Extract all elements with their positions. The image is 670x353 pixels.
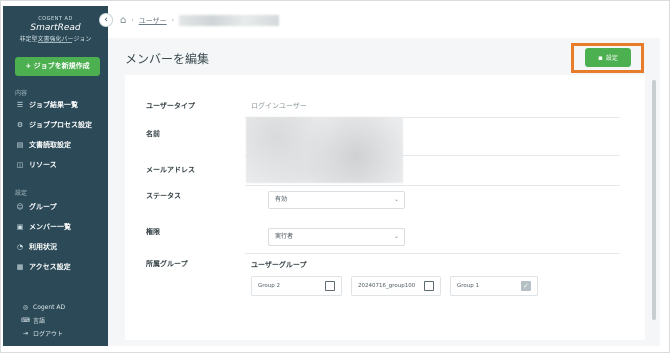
usage-icon: ◔ — [16, 243, 24, 251]
sidebar-item-job-results[interactable]: ☰ ジョブ結果一覧 — [15, 98, 78, 112]
document-icon: ▤ — [16, 141, 24, 149]
group-checkbox[interactable] — [325, 281, 335, 291]
sidebar-item-label: リソース — [29, 161, 57, 169]
brand: COGENT AD SmartRead 非定型文書強化バージョン — [3, 16, 108, 43]
footer-language-label: 言語 — [33, 317, 46, 325]
sidebar-item-job-process[interactable]: ⚙ ジョブプロセス設定 — [15, 118, 92, 132]
list-icon: ☰ — [16, 101, 24, 109]
language-icon: ⌨ — [21, 316, 30, 324]
section-content-label: 内容 — [15, 90, 28, 97]
group-checkbox[interactable] — [424, 281, 434, 291]
edit-member-form: ユーザータイプ ログインユーザー 名前 メールアドレス ステータス 有効 ⌄ 権… — [125, 75, 645, 340]
group-option-label: Group 2 — [258, 283, 280, 289]
user-type-value: ログインユーザー — [251, 102, 307, 110]
footer-account[interactable]: ◎ Cogent AD — [21, 301, 65, 313]
chevron-down-icon: ⌄ — [393, 233, 399, 240]
footer-account-label: Cogent AD — [33, 303, 66, 311]
divider — [245, 253, 620, 254]
sidebar-item-label: ジョブプロセス設定 — [29, 121, 92, 129]
breadcrumb-users-link[interactable]: ユーザー — [139, 16, 167, 26]
sidebar-item-label: 利用状況 — [29, 243, 57, 251]
status-select-value: 有効 — [275, 196, 288, 203]
role-select[interactable]: 実行者 ⌄ — [268, 228, 405, 246]
chevron-down-icon: ⌄ — [393, 196, 399, 203]
sidebar-item-label: アクセス設定 — [29, 263, 71, 271]
sidebar-item-label: メンバー一覧 — [29, 223, 71, 231]
process-icon: ⚙ — [16, 121, 24, 129]
breadcrumb: ⌂ › ユーザー › — [120, 15, 280, 26]
sidebar-item-label: グループ — [29, 203, 57, 211]
brand-divider — [38, 42, 72, 43]
footer-logout-label: ログアウト — [33, 330, 64, 338]
new-job-button[interactable]: + ジョブを新規作成 — [15, 57, 100, 76]
sidebar-item-usage[interactable]: ◔ 利用状況 — [15, 240, 57, 254]
logout-icon: ⇥ — [22, 329, 29, 337]
user-type-label: ユーザータイプ — [146, 102, 195, 110]
resource-icon: ◫ — [16, 161, 24, 169]
main-content: メンバーを編集 ▪ 設定 ユーザータイプ ログインユーザー 名前 メールアドレス… — [108, 38, 660, 346]
divider — [245, 185, 620, 186]
group-option-20240716-group100[interactable]: 20240716_group100 — [351, 276, 441, 296]
home-icon[interactable]: ⌂ — [120, 15, 126, 26]
name-label: 名前 — [146, 130, 160, 138]
name-email-redacted — [246, 117, 403, 183]
sidebar-item-members[interactable]: ▣ メンバー一覧 — [15, 220, 71, 234]
member-icon: ▣ — [16, 223, 24, 231]
group-option-group2[interactable]: Group 2 — [251, 276, 342, 296]
user-group-title: ユーザーグループ — [251, 261, 307, 269]
group-option-label: 20240716_group100 — [358, 283, 416, 289]
user-icon: ◎ — [22, 303, 29, 311]
save-icon: ▪ — [598, 53, 603, 62]
sidebar: COGENT AD SmartRead 非定型文書強化バージョン + ジョブを新… — [3, 6, 108, 346]
page-title: メンバーを編集 — [125, 52, 210, 66]
sidebar-item-label: 文書読取設定 — [29, 141, 71, 149]
sidebar-item-label: ジョブ結果一覧 — [29, 101, 78, 109]
breadcrumb-current-redacted — [179, 15, 280, 26]
topbar: ⌂ › ユーザー › — [112, 6, 660, 38]
email-label: メールアドレス — [146, 166, 195, 174]
group-label: 所属グループ — [146, 260, 188, 268]
save-button[interactable]: ▪ 設定 — [585, 48, 631, 67]
brand-logo: SmartRead — [30, 23, 81, 33]
footer-logout[interactable]: ⇥ ログアウト — [21, 327, 63, 339]
group-icon: ☺ — [16, 203, 24, 211]
sidebar-collapse-button[interactable]: ‹ — [99, 13, 113, 27]
scrollbar-thumb[interactable] — [652, 80, 656, 320]
role-select-value: 実行者 — [275, 233, 294, 240]
status-select[interactable]: 有効 ⌄ — [268, 191, 405, 209]
group-checkbox-checked[interactable]: ✓ — [521, 281, 531, 291]
group-option-group1[interactable]: Group 1 ✓ — [450, 276, 538, 296]
brand-company: COGENT AD — [38, 16, 73, 22]
sidebar-item-access[interactable]: ▦ アクセス設定 — [15, 260, 71, 274]
footer-language[interactable]: ⌨ 言語 — [21, 314, 45, 326]
sidebar-item-resources[interactable]: ◫ リソース — [15, 158, 57, 172]
save-button-label: 設定 — [605, 55, 618, 62]
section-settings-label: 設定 — [15, 190, 28, 197]
status-label: ステータス — [146, 192, 181, 200]
breadcrumb-separator: › — [171, 17, 175, 24]
role-label: 権限 — [146, 228, 160, 236]
access-icon: ▦ — [16, 263, 24, 271]
sidebar-item-groups[interactable]: ☺ グループ — [15, 200, 57, 214]
breadcrumb-separator: › — [131, 17, 134, 24]
group-option-label: Group 1 — [457, 283, 479, 289]
sidebar-item-document-settings[interactable]: ▤ 文書読取設定 — [15, 138, 71, 152]
